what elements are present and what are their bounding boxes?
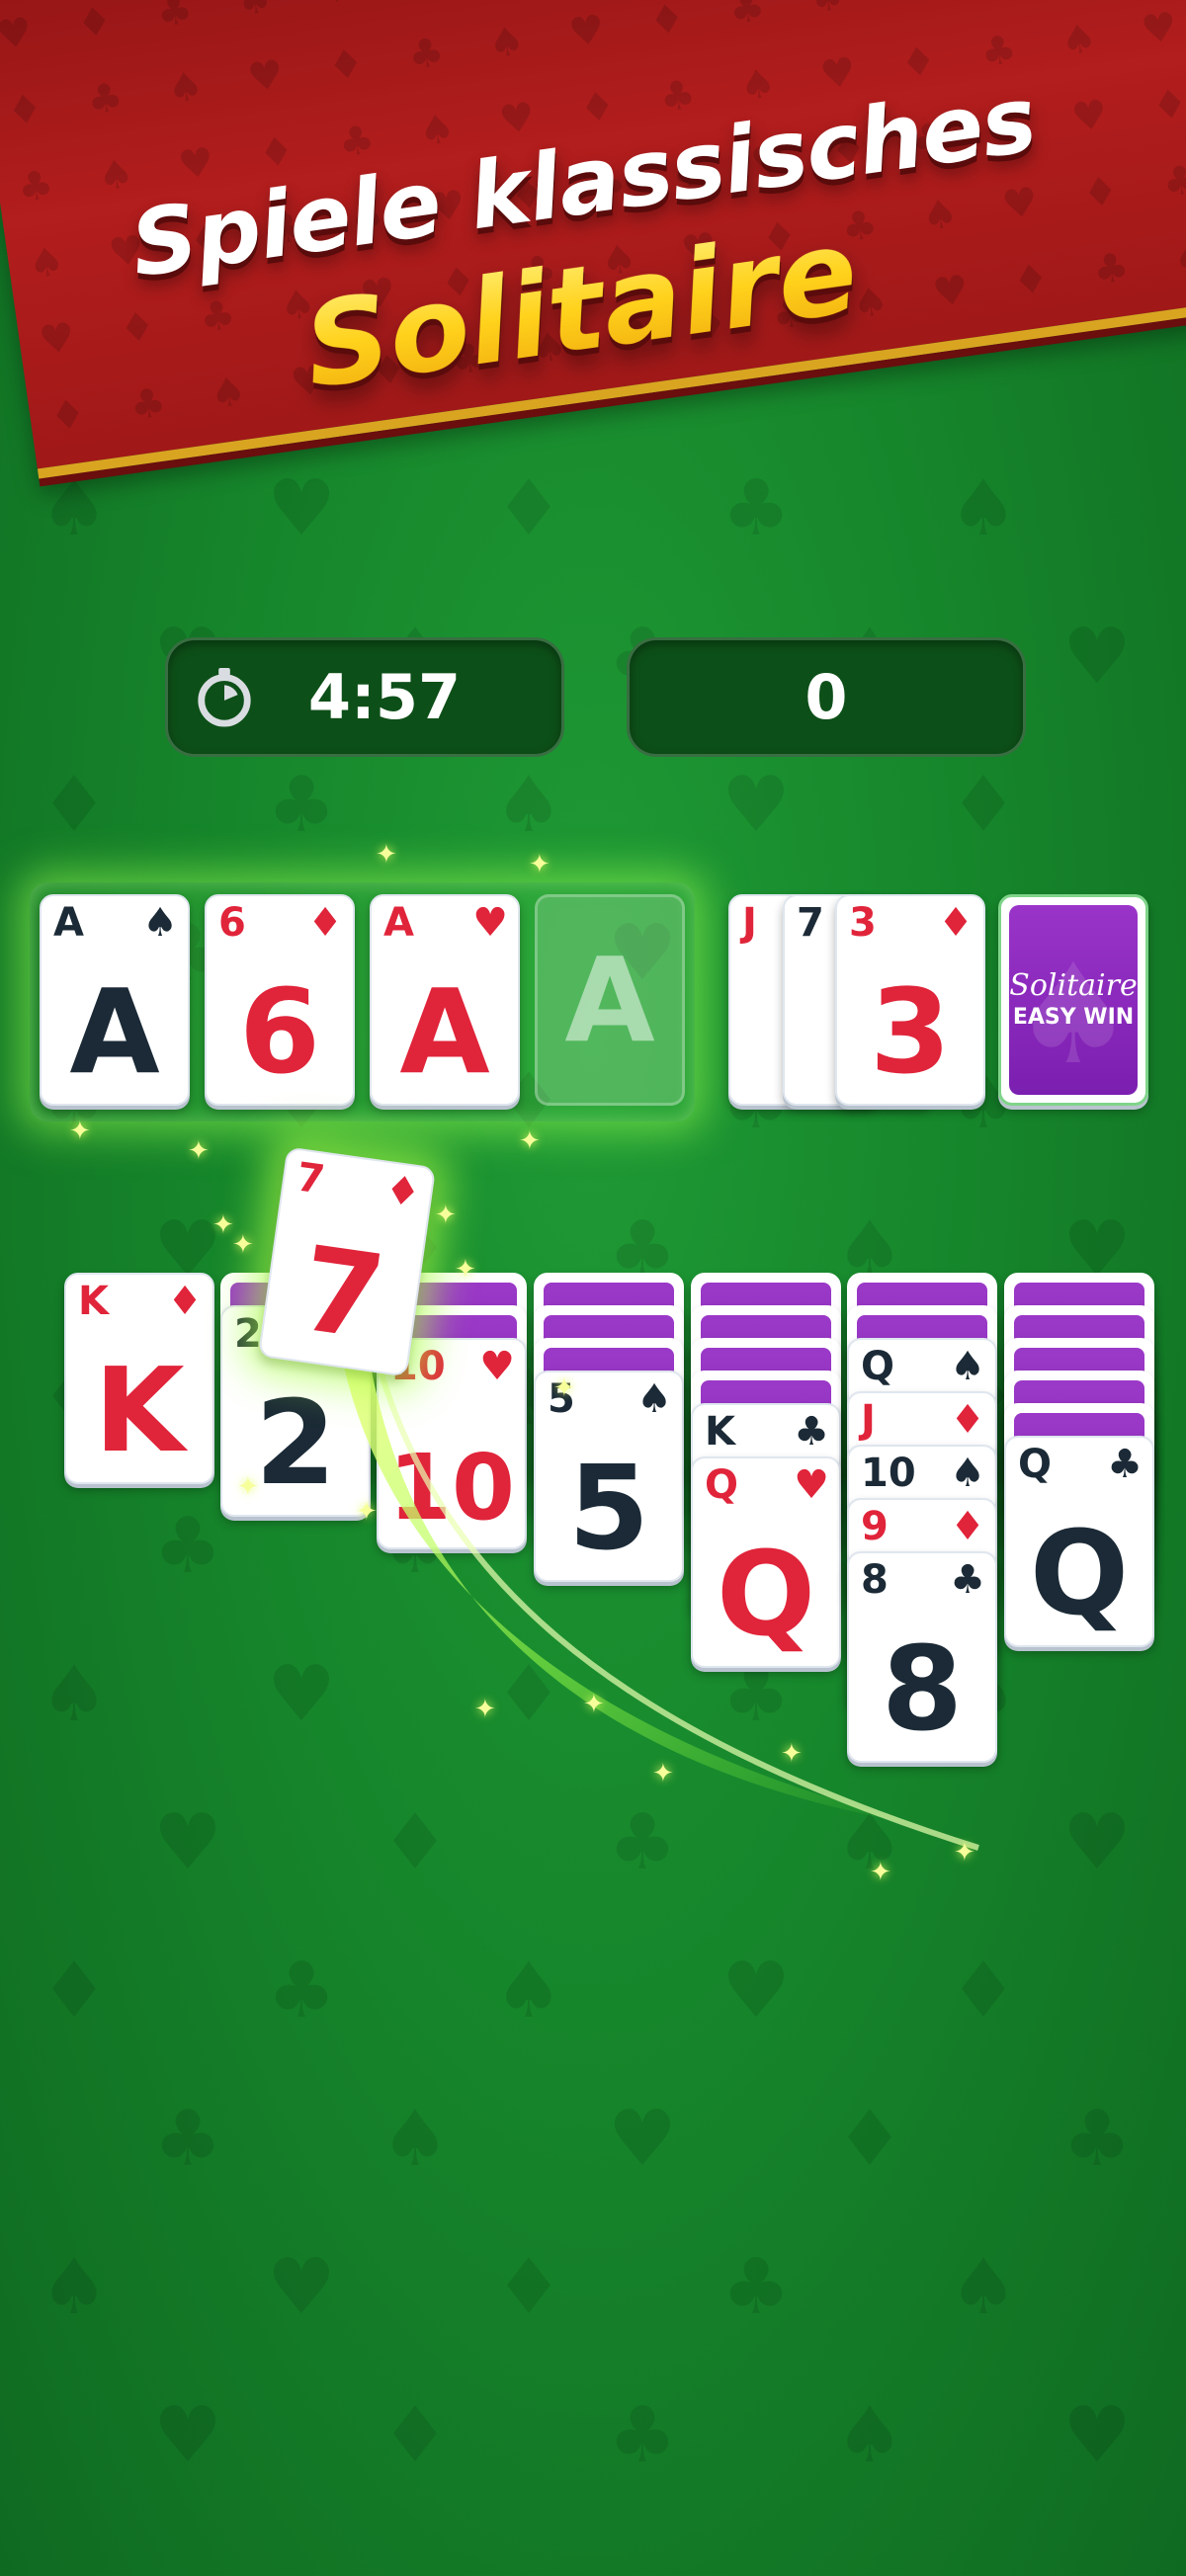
diamond-icon: ♦	[381, 1166, 424, 1217]
card-rank: K	[78, 1279, 109, 1324]
score-value: 0	[805, 661, 848, 733]
sparkle-icon: ✦	[519, 1126, 541, 1156]
diamond-icon: ♦	[167, 1279, 203, 1324]
tableau-card[interactable]: K ♦ K	[64, 1273, 214, 1484]
card-rank: A	[53, 900, 84, 946]
sparkle-icon: ✦	[376, 840, 397, 870]
spade-icon: ♠	[142, 900, 178, 946]
spade-icon: ♠	[636, 1376, 672, 1422]
sparkle-icon: ✦	[652, 1759, 674, 1788]
card-rank: 8	[861, 1557, 889, 1603]
card-face: 2	[254, 1374, 337, 1511]
empty-slot-label: A	[564, 932, 655, 1068]
diamond-icon: ♦	[307, 900, 343, 946]
card-rank: 2	[234, 1311, 262, 1357]
sparkle-icon: ✦	[474, 1695, 496, 1724]
tableau-card[interactable]: Q ♥ Q	[691, 1456, 841, 1668]
stock-card-back: ♠ Solitaire EASY WIN	[1009, 905, 1138, 1096]
card-rank: 5	[548, 1376, 575, 1422]
card-rank: 9	[861, 1504, 889, 1549]
card-rank: 10	[861, 1451, 916, 1496]
card-face: 5	[567, 1440, 650, 1576]
timer-panel: 4:57	[165, 637, 564, 757]
tableau-card[interactable]: 8 ♣ 8	[847, 1551, 997, 1763]
waste-card-top[interactable]: 3 ♦ 3	[835, 894, 985, 1106]
heart-icon: ♥	[479, 1344, 515, 1389]
sparkle-icon: ✦	[188, 1136, 210, 1166]
card-rank: Q	[1018, 1442, 1053, 1487]
heart-icon: ♥	[472, 900, 508, 946]
tableau-card[interactable]: 5 ♠ 5	[534, 1371, 684, 1582]
club-icon: ♣	[794, 1409, 829, 1454]
card-face: K	[94, 1342, 185, 1478]
card-rank: Q	[861, 1344, 895, 1389]
timer-value: 4:57	[307, 661, 462, 733]
diamond-icon: ♦	[938, 900, 974, 946]
card-face: Q	[1029, 1505, 1130, 1641]
sparkle-icon: ✦	[583, 1690, 605, 1719]
club-icon: ♣	[950, 1557, 985, 1603]
spade-icon: ♠	[950, 1344, 985, 1389]
moving-card[interactable]: 7 ♦ 7	[257, 1146, 437, 1377]
card-face: A	[399, 963, 490, 1100]
card-rank: Q	[705, 1462, 739, 1508]
card-face: 6	[238, 963, 321, 1100]
card-face: A	[69, 963, 160, 1100]
diamond-icon: ♦	[950, 1504, 985, 1549]
sparkle-icon: ✦	[781, 1739, 803, 1769]
score-panel: 0	[627, 637, 1026, 757]
sparkle-icon: ✦	[870, 1858, 891, 1887]
tableau-card[interactable]: Q ♣ Q	[1004, 1436, 1154, 1647]
foundation-card-1[interactable]: A ♠ A	[40, 894, 190, 1106]
card-face: 3	[869, 963, 952, 1100]
sparkle-icon: ✦	[435, 1201, 457, 1230]
card-face: 7	[293, 1219, 392, 1367]
club-icon: ♣	[1107, 1442, 1143, 1487]
foundation-card-2[interactable]: 6 ♦ 6	[205, 894, 355, 1106]
card-rank: A	[383, 900, 414, 946]
card-face: 8	[881, 1620, 964, 1757]
stopwatch-icon	[198, 667, 251, 727]
card-rank: K	[705, 1409, 735, 1454]
card-rank: 3	[849, 900, 877, 946]
heart-icon: ♥	[794, 1462, 829, 1508]
sparkle-icon: ✦	[212, 1210, 234, 1240]
card-face: 10	[387, 1435, 516, 1540]
diamond-icon: ♦	[950, 1397, 985, 1443]
spade-icon: ♠	[1011, 935, 1136, 1096]
card-rank: 6	[218, 900, 246, 946]
card-rank: 7	[797, 900, 824, 946]
card-rank: J	[742, 900, 757, 946]
sparkle-icon: ✦	[529, 850, 551, 879]
stock-pile[interactable]: ♠ Solitaire EASY WIN	[998, 894, 1148, 1106]
sparkle-icon: ✦	[232, 1230, 254, 1260]
foundation-card-3[interactable]: A ♥ A	[370, 894, 520, 1106]
foundation-empty-slot[interactable]: A	[535, 894, 685, 1106]
spade-icon: ♠	[950, 1451, 985, 1496]
sparkle-icon: ✦	[954, 1838, 975, 1868]
card-rank: 7	[294, 1154, 328, 1204]
card-face: Q	[716, 1526, 816, 1662]
card-rank: J	[861, 1397, 876, 1443]
